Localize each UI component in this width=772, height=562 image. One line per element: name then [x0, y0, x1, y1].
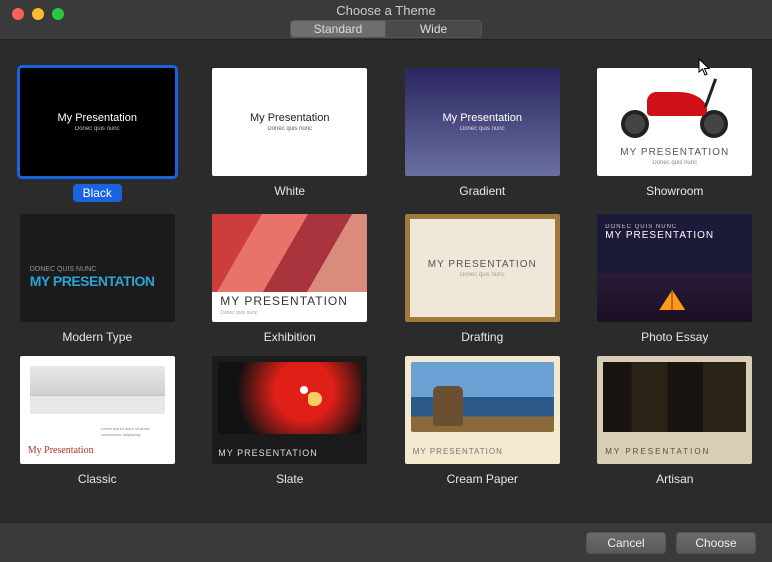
theme-label: Black	[73, 184, 122, 202]
cancel-button[interactable]: Cancel	[586, 532, 666, 554]
theme-black[interactable]: My Presentation Donec quis nunc Black	[18, 68, 177, 202]
sample-title: MY PRESENTATION	[605, 230, 714, 241]
theme-label: Modern Type	[62, 330, 132, 344]
theme-exhibition[interactable]: MY PRESENTATION Donec quis nunc Exhibiti…	[211, 214, 370, 344]
sample-title: My Presentation	[443, 112, 522, 124]
theme-thumbnail[interactable]: My Presentation Donec quis nunc	[20, 68, 175, 176]
segmented-standard[interactable]: Standard	[291, 21, 386, 37]
sample-subtitle: DONEC QUIS NUNC	[30, 266, 97, 273]
parrot-icon	[218, 362, 361, 434]
sample-subtitle: Donec quis nunc	[460, 126, 505, 132]
theme-label: Showroom	[646, 184, 703, 198]
theme-thumbnail[interactable]: MY PRESENTATION Donec quis nunc	[212, 214, 367, 322]
theme-thumbnail[interactable]: MY PRESENTATION Donec quis nunc	[597, 68, 752, 176]
sample-title: My Presentation	[28, 445, 94, 456]
theme-gradient[interactable]: My Presentation Donec quis nunc Gradient	[403, 68, 562, 202]
bridge-icon	[30, 366, 165, 414]
theme-drafting[interactable]: MY PRESENTATION Donec quis nunc Drafting	[403, 214, 562, 344]
sample-title: My Presentation	[58, 112, 137, 124]
sample-title: My Presentation	[250, 112, 329, 124]
sample-title: MY PRESENTATION	[30, 273, 155, 289]
abstract-art-icon	[212, 214, 367, 292]
tent-icon	[659, 290, 685, 310]
theme-gallery: My Presentation Donec quis nunc Black My…	[0, 40, 772, 522]
theme-label: White	[274, 184, 305, 198]
theme-label: Classic	[78, 472, 117, 486]
theme-white[interactable]: My Presentation Donec quis nunc White	[211, 68, 370, 202]
dialog-footer: Cancel Choose	[0, 522, 772, 562]
sample-title: MY PRESENTATION	[413, 447, 503, 456]
theme-label: Drafting	[461, 330, 503, 344]
theme-thumbnail[interactable]: My Presentation Lorem ipsum dolor sit am…	[20, 356, 175, 464]
motorcycle-icon	[617, 82, 732, 138]
pottery-icon	[603, 362, 746, 432]
theme-label: Exhibition	[264, 330, 316, 344]
sample-title: MY PRESENTATION	[218, 448, 318, 458]
aspect-ratio-segmented: Standard Wide	[290, 20, 482, 38]
theme-thumbnail[interactable]: MY PRESENTATION	[405, 356, 560, 464]
theme-modern-type[interactable]: DONEC QUIS NUNC MY PRESENTATION Modern T…	[18, 214, 177, 344]
theme-artisan[interactable]: MY PRESENTATION Artisan	[596, 356, 755, 486]
choose-button[interactable]: Choose	[676, 532, 756, 554]
theme-showroom[interactable]: MY PRESENTATION Donec quis nunc Showroom	[596, 68, 755, 202]
sample-column-text: Lorem ipsum dolor sit amet, consectetur …	[101, 426, 165, 437]
theme-label: Artisan	[656, 472, 693, 486]
sample-title: MY PRESENTATION	[428, 259, 537, 270]
theme-thumbnail[interactable]: My Presentation Donec quis nunc	[212, 68, 367, 176]
sample-subtitle: Donec quis nunc	[75, 126, 120, 132]
theme-cream-paper[interactable]: MY PRESENTATION Cream Paper	[403, 356, 562, 486]
theme-classic[interactable]: My Presentation Lorem ipsum dolor sit am…	[18, 356, 177, 486]
window-title: Choose a Theme	[0, 3, 772, 18]
sample-title: MY PRESENTATION	[620, 147, 729, 158]
theme-thumbnail[interactable]: MY PRESENTATION Donec quis nunc	[405, 214, 560, 322]
titlebar: Choose a Theme Standard Wide	[0, 0, 772, 40]
sample-subtitle: Donec quis nunc	[220, 310, 257, 316]
theme-slate[interactable]: MY PRESENTATION Slate	[211, 356, 370, 486]
sample-title: MY PRESENTATION	[220, 294, 348, 308]
theme-thumbnail[interactable]: DONEC QUIS NUNC MY PRESENTATION	[20, 214, 175, 322]
sample-subtitle: DONEC QUIS NUNC	[605, 224, 677, 230]
sample-subtitle: Donec quis nunc	[652, 160, 697, 166]
theme-photo-essay[interactable]: DONEC QUIS NUNC MY PRESENTATION Photo Es…	[596, 214, 755, 344]
theme-thumbnail[interactable]: MY PRESENTATION	[597, 356, 752, 464]
sample-subtitle: Donec quis nunc	[460, 272, 505, 278]
theme-thumbnail[interactable]: My Presentation Donec quis nunc	[405, 68, 560, 176]
theme-label: Photo Essay	[641, 330, 708, 344]
sample-title: MY PRESENTATION	[605, 447, 710, 456]
theme-label: Slate	[276, 472, 303, 486]
theme-thumbnail[interactable]: MY PRESENTATION	[212, 356, 367, 464]
theme-thumbnail[interactable]: DONEC QUIS NUNC MY PRESENTATION	[597, 214, 752, 322]
segmented-wide[interactable]: Wide	[386, 21, 481, 37]
sample-subtitle: Donec quis nunc	[267, 126, 312, 132]
theme-label: Gradient	[459, 184, 505, 198]
theme-label: Cream Paper	[447, 472, 518, 486]
